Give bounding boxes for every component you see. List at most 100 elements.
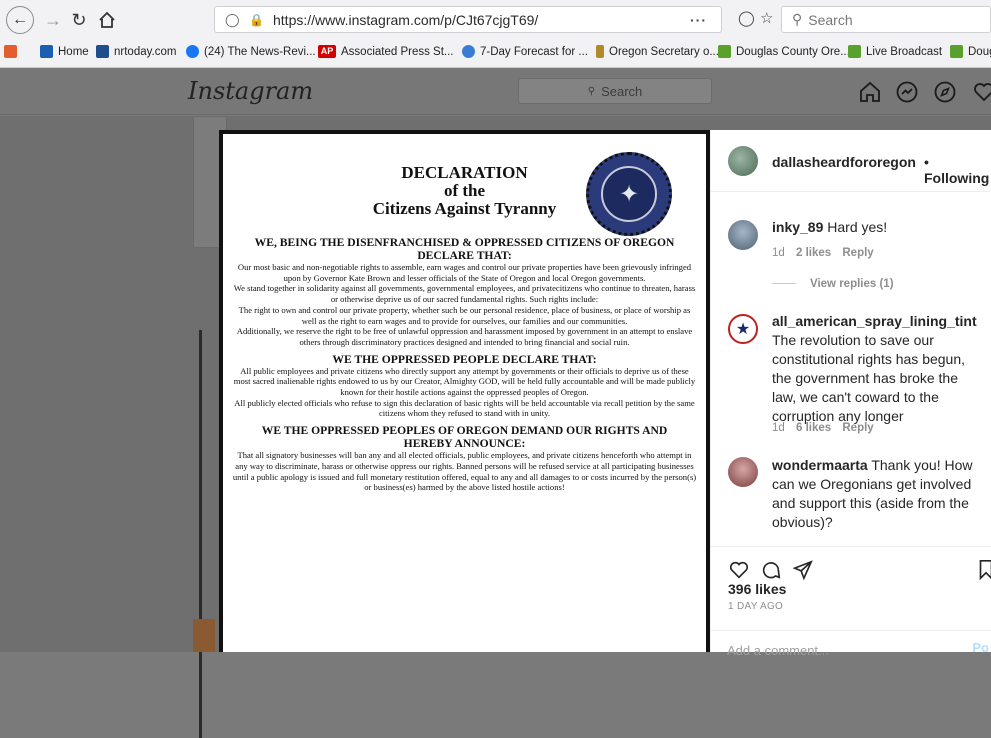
bookmark-label: Live Broadcast bbox=[866, 45, 943, 58]
bookmark-item[interactable]: (24) The News-Revi... bbox=[186, 45, 316, 58]
bookmark-label: nrtoday.com bbox=[114, 45, 177, 58]
post-comment-button[interactable]: Po bbox=[972, 640, 989, 655]
search-icon: ⚲ bbox=[792, 11, 803, 27]
instagram-logo[interactable]: Instagram bbox=[188, 77, 313, 105]
reply-button[interactable]: Reply bbox=[842, 247, 873, 259]
comment-age[interactable]: 1d bbox=[772, 422, 785, 434]
bookmark-item[interactable]: AP Associated Press St... bbox=[318, 45, 454, 58]
like-heart-icon[interactable] bbox=[728, 559, 750, 581]
section2-paragraph: All public employees and private citizen… bbox=[233, 365, 696, 398]
likes-count[interactable]: 396 likes bbox=[728, 581, 786, 597]
shield-icon: ◯ bbox=[225, 11, 240, 27]
reload-button[interactable]: ↻ bbox=[66, 7, 92, 33]
county-icon bbox=[950, 45, 963, 58]
background-divider bbox=[199, 330, 202, 738]
home-button[interactable] bbox=[94, 7, 120, 33]
browser-search-input[interactable]: ⚲ Search bbox=[781, 6, 991, 33]
view-replies-button[interactable]: View replies (1) bbox=[772, 278, 894, 290]
county-icon bbox=[718, 45, 731, 58]
facebook-icon bbox=[186, 45, 199, 58]
explore-compass-icon[interactable] bbox=[933, 80, 957, 104]
weather-icon bbox=[462, 45, 475, 58]
follow-status[interactable]: • Following bbox=[924, 154, 991, 186]
browser-search-placeholder: Search bbox=[808, 11, 853, 28]
avatar[interactable] bbox=[728, 220, 758, 250]
search-icon: ⚲ bbox=[587, 85, 596, 97]
grid-icon bbox=[4, 45, 17, 58]
bookmark-star-icon[interactable]: ☆ bbox=[760, 9, 773, 27]
browser-chrome: ← → ↻ ◯ 🔒 https://www.instagram.com/p/CJ… bbox=[0, 0, 991, 68]
bookmark-label: 7-Day Forecast for ... bbox=[480, 45, 589, 58]
url-bar[interactable]: ◯ 🔒 https://www.instagram.com/p/CJt67cjg… bbox=[214, 6, 722, 33]
bookmark-item[interactable]: 7-Day Forecast for ... bbox=[462, 45, 588, 58]
bookmark-label: (24) The News-Revi... bbox=[204, 45, 316, 58]
comment-username[interactable]: wondermaarta bbox=[772, 457, 868, 473]
bookmark-item[interactable]: Home bbox=[40, 45, 89, 58]
arrow-right-icon: → bbox=[44, 9, 62, 30]
bookmark-label: Home bbox=[58, 45, 89, 58]
bookmark-item[interactable]: Doug bbox=[950, 45, 991, 58]
bookmark-item[interactable]: nrtoday.com bbox=[96, 45, 176, 58]
comment-body: The revolution to save our constitutiona… bbox=[772, 332, 966, 424]
background-thumbnail bbox=[193, 619, 215, 652]
eagle-icon: ✦ bbox=[601, 166, 657, 222]
bookmark-label: Associated Press St... bbox=[341, 45, 454, 58]
messenger-icon[interactable] bbox=[895, 80, 919, 104]
heart-icon[interactable] bbox=[972, 80, 991, 104]
bookmark-save-icon[interactable] bbox=[979, 559, 991, 581]
bookmark-favicon bbox=[96, 45, 109, 58]
ap-icon: AP bbox=[318, 45, 336, 58]
section1-paragraph: Our most basic and non-negotiable rights… bbox=[237, 262, 692, 283]
avatar[interactable] bbox=[728, 146, 758, 176]
share-send-icon[interactable] bbox=[792, 559, 814, 581]
page-actions-menu[interactable]: ··· bbox=[690, 12, 707, 28]
bookmark-item[interactable]: Oregon Secretary o... bbox=[596, 45, 719, 58]
post-timestamp[interactable]: 1 DAY AGO bbox=[728, 601, 783, 612]
oregon-icon bbox=[596, 45, 604, 58]
arrow-left-icon: ← bbox=[12, 11, 28, 28]
lock-icon: 🔒 bbox=[249, 12, 264, 27]
comment-text: wondermaarta Thank you! How can we Orego… bbox=[772, 456, 984, 532]
comment-username[interactable]: all_american_spray_lining_tint bbox=[772, 313, 977, 329]
avatar[interactable]: ★ bbox=[728, 314, 758, 344]
view-replies-label: View replies (1) bbox=[810, 278, 894, 290]
bookmark-label: Oregon Secretary o... bbox=[609, 45, 719, 58]
avatar[interactable] bbox=[728, 457, 758, 487]
comment-likes[interactable]: 6 likes bbox=[796, 422, 831, 434]
citizens-against-tyranny-seal: ✦ bbox=[586, 152, 672, 236]
reload-icon: ↻ bbox=[71, 9, 87, 30]
comment-likes[interactable]: 2 likes bbox=[796, 247, 831, 259]
bookmark-item[interactable]: Live Broadcast bbox=[848, 45, 942, 58]
reply-button[interactable]: Reply bbox=[842, 422, 873, 434]
pocket-icon[interactable]: ◯ bbox=[738, 9, 755, 27]
home-icon[interactable] bbox=[858, 80, 882, 104]
bookmark-favicon bbox=[40, 45, 53, 58]
section1-paragraph: The right to own and control our private… bbox=[238, 304, 691, 326]
section1-heading: WE, BEING THE DISENFRANCHISED & OPPRESSE… bbox=[254, 236, 675, 262]
comment-text: inky_89 Hard yes! bbox=[772, 218, 984, 237]
forward-button[interactable]: → bbox=[40, 7, 66, 33]
comment-meta: 1d 2 likes Reply bbox=[772, 247, 874, 259]
county-icon bbox=[848, 45, 861, 58]
post-header: dallasheardfororegon • Following bbox=[711, 130, 991, 192]
instagram-header: Instagram ⚲ Search bbox=[0, 69, 991, 115]
section3-heading: WE THE OPPRESSED PEOPLES OF OREGON DEMAN… bbox=[261, 424, 668, 451]
back-button[interactable]: ← bbox=[6, 6, 34, 34]
post-sidebar: dallasheardfororegon • Following inky_89… bbox=[710, 130, 991, 658]
home-icon bbox=[99, 11, 115, 28]
url-text: https://www.instagram.com/p/CJt67cjgT69/ bbox=[273, 11, 539, 28]
add-comment-input[interactable]: Add a comment... bbox=[711, 630, 991, 660]
instagram-search-input[interactable]: ⚲ Search bbox=[518, 78, 712, 104]
comment-username[interactable]: inky_89 bbox=[772, 219, 823, 235]
comment-age[interactable]: 1d bbox=[772, 247, 785, 259]
post-actions bbox=[711, 546, 991, 581]
section1-paragraph: We stand together in solidarity against … bbox=[233, 283, 696, 305]
post-image[interactable]: DECLARATION of the Citizens Against Tyra… bbox=[219, 130, 710, 652]
comment-bubble-icon[interactable] bbox=[760, 559, 782, 581]
section2-paragraph: All publicly elected officials who refus… bbox=[234, 397, 695, 419]
bookmark-item[interactable]: Douglas County Ore... bbox=[718, 45, 850, 58]
section1-paragraph: Additionally, we reserve the right to be… bbox=[236, 326, 693, 347]
post-author[interactable]: dallasheardfororegon bbox=[772, 154, 916, 170]
bookmark-item[interactable] bbox=[4, 45, 22, 58]
section2-heading: WE THE OPPRESSED PEOPLE DECLARE THAT: bbox=[332, 352, 597, 366]
